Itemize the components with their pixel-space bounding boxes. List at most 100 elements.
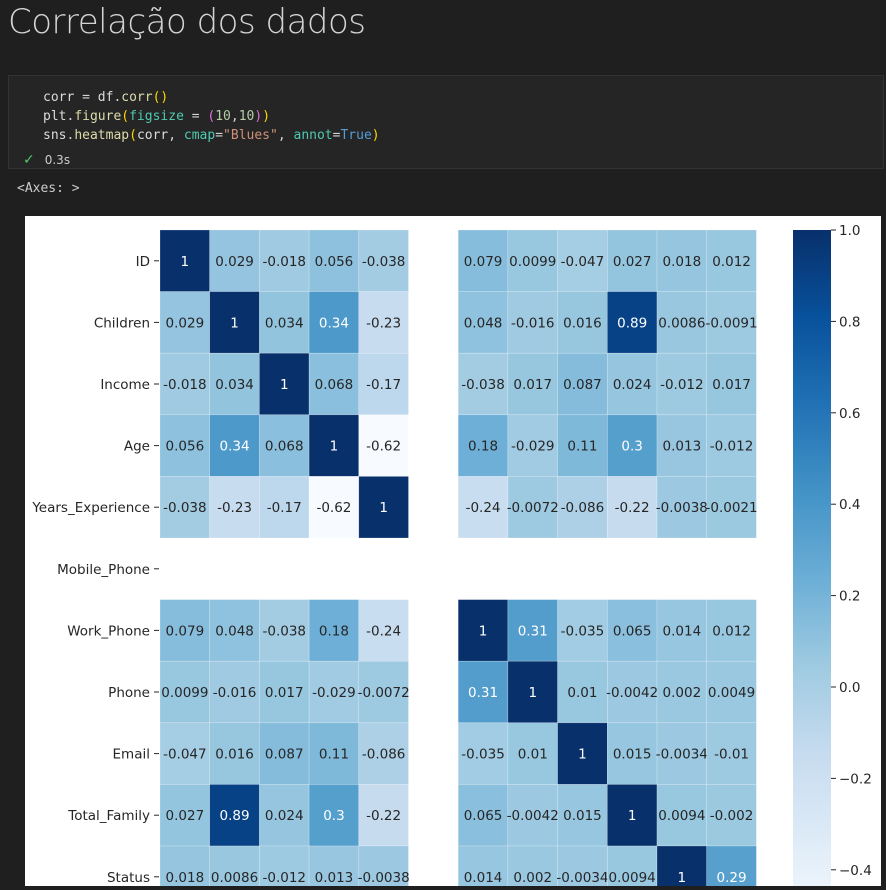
cell-annotation: -0.0042 [507,808,559,824]
cell-annotation: 1 [578,747,587,763]
cell-annotation: -0.012 [262,870,306,886]
cell-annotation: 0.018 [166,870,205,886]
cell-annotation: -0.016 [511,315,555,331]
cell-annotation: -0.0042 [606,685,658,701]
cell-annotation: 0.087 [563,377,602,393]
cell-annotation: 0.0099 [509,254,556,270]
colorbar-tick-label: 0.0 [839,680,860,696]
cell-annotation: -0.23 [217,500,252,516]
cell-annotation: 1 [280,377,289,393]
row-label: Work_Phone [67,623,150,639]
code-token: , [230,109,239,124]
cell-annotation: -0.018 [262,254,306,270]
cell-annotation: 0.29 [717,870,747,886]
heatmap-plot: 1 0.029 -0.018 0.056 -0.038 0.079 0.0099 -0.047… [25,216,881,890]
cell-annotation: -0.035 [461,747,505,763]
cell-annotation: 0.34 [220,439,250,455]
code-token: plt [43,109,67,124]
cell-annotation: 0.002 [663,685,702,701]
notebook-heading: Correlação dos dados [8,2,366,42]
cell-annotation: -0.0091 [705,315,757,331]
cell-annotation: -0.038 [262,623,306,639]
code-token: , [277,128,294,143]
cell-annotation: -0.22 [366,808,401,824]
colorbar-tick-label: 0.4 [839,497,860,513]
colorbar-tick-label: 0.6 [839,406,860,422]
colorbar-tick-label: −0.4 [839,863,872,879]
cell-annotation: -0.029 [312,685,356,701]
cell-annotation: 0.068 [265,439,304,455]
code-token: () [152,90,169,105]
row-label: Mobile_Phone [57,562,150,578]
cell-annotation: 0.016 [563,315,602,331]
code-token: ( [129,128,137,143]
code-line: corr = df.corr() [43,88,380,107]
code-token: figure [74,109,122,124]
cell-annotation: 0.18 [319,623,349,639]
code-token: = [215,128,224,143]
cell-annotation: -0.035 [561,623,605,639]
cell-annotation: 0.18 [468,439,498,455]
cell-annotation: 0.034 [265,315,304,331]
cell-annotation: 0.0094 [658,808,705,824]
colorbar [793,230,831,890]
check-icon: ✓ [23,152,35,168]
colorbar-tick-label: 0.2 [839,589,860,605]
cell-annotation: -0.029 [511,439,555,455]
cell-annotation: 1 [330,439,339,455]
colorbar-tick-label: −0.2 [839,771,872,787]
cell-annotation: 0.014 [663,623,702,639]
cell-annotation: 0.01 [567,685,597,701]
cell-annotation: -0.17 [366,377,401,393]
code-token: figsize [129,109,184,124]
cell-output-text: <Axes: > [17,181,80,196]
cell-annotation: -0.0034 [656,747,708,763]
code-token: , [168,128,184,143]
cell-annotation: 1 [528,685,537,701]
cell-annotation: 0.029 [215,254,254,270]
cell-annotation: 1 [379,500,388,516]
cell-annotation: -0.01 [714,747,749,763]
code-token: annot [293,128,333,143]
cell-annotation: -0.047 [163,747,207,763]
code-token: corr [136,128,169,143]
cell-annotation: 0.3 [621,439,642,455]
row-label: Income [100,377,150,393]
cell-annotation: -0.038 [362,254,406,270]
heatmap-svg: 1 0.029 -0.018 0.056 -0.038 0.079 0.0099 -0.047… [31,223,872,890]
code-token: cmap [183,128,216,143]
code-cell[interactable]: corr = df.corr() plt.figure(figsize = (10… [8,75,884,169]
code-token: corr [43,90,75,105]
cell-annotation: 0.015 [563,808,602,824]
row-label: Age [124,439,150,455]
cell-annotation: -0.016 [213,685,257,701]
cell-annotation: 1 [479,623,488,639]
cell-annotation: 0.017 [712,377,751,393]
cell-annotation: -0.62 [366,439,401,455]
execution-time: 0.3s [44,153,71,167]
colorbar-tick-label: 0.8 [839,314,860,330]
cell-annotation: -0.086 [362,747,406,763]
cell-annotation: -0.0021 [705,500,757,516]
cell-annotation: -0.0038 [358,870,410,886]
cell-annotation: 0.0086 [658,315,705,331]
cell-annotation: 0.0094 [609,870,656,886]
cell-annotation: -0.0038 [656,500,708,516]
cell-annotation: -0.086 [561,500,605,516]
cell-annotation: 0.024 [613,377,652,393]
cell-annotation: -0.23 [366,315,401,331]
code-token: ( [121,109,130,124]
cell-annotation: 0.034 [215,377,254,393]
code-token: heatmap [74,128,130,143]
row-label: ID [136,254,150,270]
cell-annotation: 1 [628,808,637,824]
cell-annotation: -0.038 [461,377,505,393]
code-token: sns [43,128,67,143]
code-token: ) [254,109,263,124]
cell-annotation: -0.0034 [556,870,608,886]
code-token: = [183,109,208,124]
cell-annotation: 0.065 [613,623,652,639]
code-editor[interactable]: corr = df.corr() plt.figure(figsize = (10… [43,88,380,145]
cell-annotation: -0.012 [710,439,754,455]
cell-annotation: -0.17 [267,500,302,516]
